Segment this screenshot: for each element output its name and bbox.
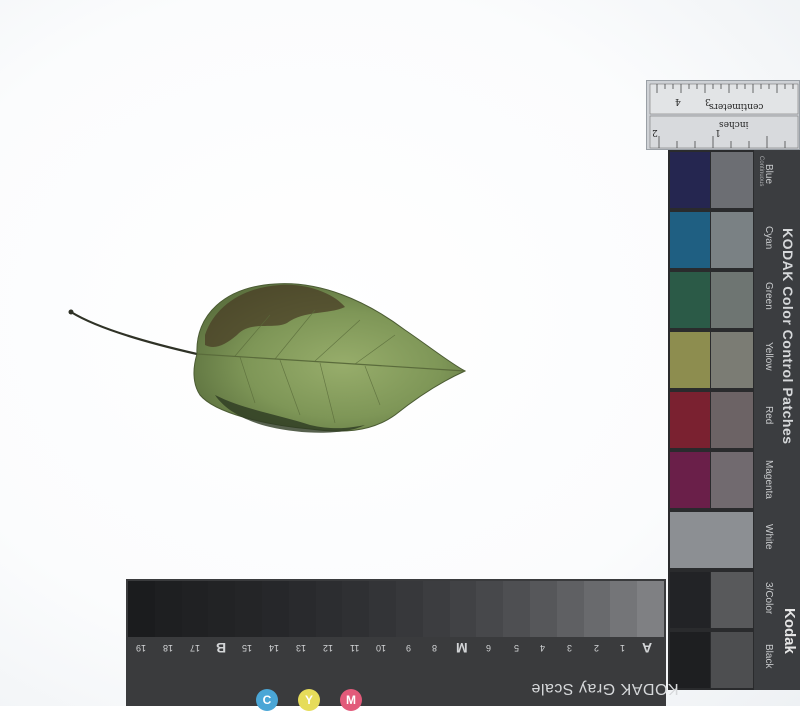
gs-number: 4 bbox=[540, 643, 546, 653]
gs-number: 9 bbox=[406, 643, 412, 653]
patch-green bbox=[668, 270, 754, 330]
patch-label-3color: 3/Color bbox=[763, 582, 774, 615]
cyan-dot: C bbox=[256, 689, 278, 711]
magenta-dot: M bbox=[340, 689, 362, 711]
color-chart-title: KODAK Color Control Patches bbox=[780, 228, 796, 445]
gs-number: 8 bbox=[432, 643, 438, 653]
ruler-number: 1 bbox=[715, 127, 721, 137]
gs-number: 12 bbox=[323, 643, 334, 653]
gs-number: 18 bbox=[163, 643, 174, 653]
patch-label-blue: Blue bbox=[763, 164, 774, 185]
gs-number: 11 bbox=[350, 643, 360, 653]
ruler-number: 4 bbox=[675, 96, 681, 106]
ruler-number: 3 bbox=[705, 96, 711, 106]
gs-number: B bbox=[216, 640, 227, 656]
ruler-number: 2 bbox=[652, 127, 658, 137]
patch-magenta bbox=[668, 450, 754, 510]
patch-white bbox=[668, 510, 754, 570]
gray-scale-patches bbox=[128, 581, 664, 637]
yellow-dot: Y bbox=[298, 689, 320, 711]
gray-scale-title: KODAK Gray Scale bbox=[531, 680, 679, 697]
ruler-ticks bbox=[649, 83, 799, 149]
patch-label-magenta: Magenta bbox=[763, 460, 774, 499]
gs-number: A bbox=[642, 640, 653, 656]
patch-black bbox=[668, 630, 754, 690]
gs-number: 1 bbox=[620, 643, 626, 653]
patch-label-yellow: Yellow bbox=[763, 342, 774, 371]
ruler-inch-label: inches bbox=[719, 119, 749, 129]
patch-3color bbox=[668, 570, 754, 630]
leaf-specimen bbox=[68, 283, 467, 433]
kodak-logo: Kodak bbox=[781, 608, 798, 654]
patch-label-cyan: Cyan bbox=[763, 226, 774, 250]
gs-number: 15 bbox=[242, 643, 253, 653]
gs-number: M bbox=[456, 640, 468, 656]
color-control-patches: Continuous KODAK Color Control Patches B… bbox=[668, 150, 800, 690]
color-chart-label-strip: Continuous KODAK Color Control Patches B… bbox=[754, 150, 800, 690]
gs-number: 6 bbox=[486, 643, 492, 653]
gs-number: 5 bbox=[514, 643, 520, 653]
patch-label-black: Black bbox=[763, 644, 774, 669]
gs-number: 10 bbox=[376, 643, 387, 653]
gs-number: 14 bbox=[269, 643, 280, 653]
gs-number: 19 bbox=[136, 643, 147, 653]
color-patch-column bbox=[668, 150, 754, 690]
patch-label-red: Red bbox=[763, 406, 774, 425]
ruler-cm-label: centimeters bbox=[709, 101, 764, 111]
measurement-ruler: centimeters inches 1 2 3 4 bbox=[646, 80, 800, 150]
gray-scale-card: A 1 2 3 4 5 6 M 8 9 10 11 12 13 14 15 B … bbox=[126, 579, 679, 711]
patch-yellow bbox=[668, 330, 754, 390]
gs-number: 17 bbox=[190, 643, 201, 653]
patch-label-green: Green bbox=[763, 282, 774, 310]
gs-number: 3 bbox=[567, 643, 573, 653]
patch-red bbox=[668, 390, 754, 450]
gs-number: 13 bbox=[296, 643, 307, 653]
gs-number: 2 bbox=[594, 643, 600, 653]
patch-blue bbox=[668, 150, 754, 210]
gray-scale-number-row: A 1 2 3 4 5 6 M 8 9 10 11 12 13 14 15 B … bbox=[126, 640, 666, 665]
patch-label-white: White bbox=[763, 524, 774, 550]
photo-background: centimeters inches 1 2 3 4 Continuous KO… bbox=[0, 0, 800, 711]
patch-cyan bbox=[668, 210, 754, 270]
